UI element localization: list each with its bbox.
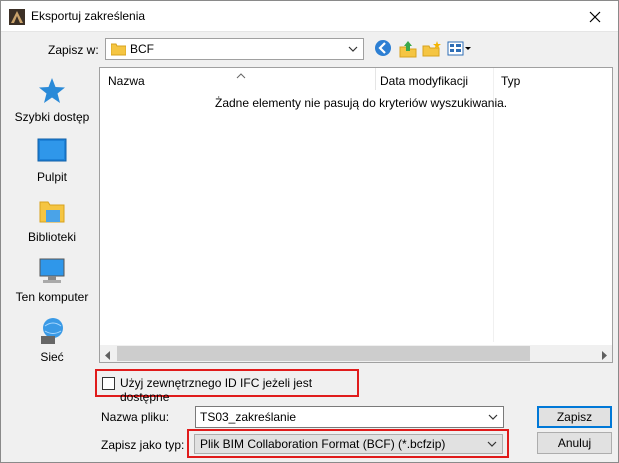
cancel-button[interactable]: Anuluj bbox=[537, 432, 612, 454]
location-dropdown[interactable]: BCF bbox=[105, 38, 364, 60]
ifc-id-checkbox-label[interactable]: Użyj zewnętrznego ID IFC jeżeli jest dos… bbox=[120, 376, 357, 404]
scrollbar-thumb[interactable] bbox=[117, 346, 530, 361]
sort-ascending-icon bbox=[236, 68, 246, 82]
place-label: Szybki dostęp bbox=[14, 110, 90, 124]
scroll-left-icon[interactable] bbox=[105, 349, 111, 363]
file-type-dropdown[interactable]: Plik BIM Collaboration Format (BCF) (*.b… bbox=[194, 434, 503, 454]
column-divider bbox=[375, 68, 376, 90]
app-icon bbox=[9, 9, 25, 25]
place-quick-access[interactable]: Szybki dostęp bbox=[9, 76, 95, 124]
column-header-name[interactable]: Nazwa bbox=[108, 74, 145, 88]
column-header-type[interactable]: Typ bbox=[501, 74, 520, 88]
new-folder-button[interactable] bbox=[422, 39, 442, 59]
file-name-value: TS03_zakreślanie bbox=[200, 410, 297, 424]
file-type-label: Zapisz jako typ: bbox=[101, 438, 185, 452]
up-folder-button[interactable] bbox=[398, 39, 418, 59]
scroll-right-icon[interactable] bbox=[601, 349, 607, 363]
location-value: BCF bbox=[130, 42, 154, 56]
place-this-pc[interactable]: Ten komputer bbox=[9, 256, 95, 304]
empty-message: Żadne elementy nie pasują do kryteriów w… bbox=[215, 96, 508, 110]
place-desktop[interactable]: Pulpit bbox=[9, 136, 95, 184]
file-type-highlight: Plik BIM Collaboration Format (BCF) (*.b… bbox=[187, 429, 509, 458]
this-pc-icon bbox=[39, 258, 65, 283]
window-title: Eksportuj zakreślenia bbox=[31, 9, 146, 23]
close-icon bbox=[589, 11, 601, 22]
file-list[interactable]: Nazwa Data modyfikacji Typ Żadne element… bbox=[99, 67, 613, 363]
libraries-icon bbox=[39, 201, 65, 223]
save-button[interactable]: Zapisz bbox=[537, 406, 612, 428]
place-label: Ten komputer bbox=[15, 290, 89, 304]
file-name-label: Nazwa pliku: bbox=[101, 410, 170, 424]
chevron-down-icon[interactable] bbox=[488, 411, 498, 425]
horizontal-scrollbar[interactable] bbox=[100, 345, 612, 362]
place-label: Sieć bbox=[40, 350, 64, 364]
back-button[interactable] bbox=[374, 39, 394, 59]
view-menu-button[interactable] bbox=[447, 39, 473, 59]
save-in-label: Zapisz w: bbox=[48, 43, 99, 57]
file-name-input[interactable]: TS03_zakreślanie bbox=[195, 406, 504, 428]
folder-icon bbox=[110, 42, 127, 59]
column-header-modified[interactable]: Data modyfikacji bbox=[380, 74, 468, 88]
new-folder-icon bbox=[422, 41, 441, 57]
network-icon bbox=[41, 318, 63, 344]
place-network[interactable]: Sieć bbox=[9, 316, 95, 364]
file-type-value: Plik BIM Collaboration Format (BCF) (*.b… bbox=[200, 437, 446, 451]
back-icon bbox=[375, 40, 391, 56]
up-folder-icon bbox=[399, 41, 417, 58]
ifc-option-highlight: Użyj zewnętrznego ID IFC jeżeli jest dos… bbox=[95, 369, 359, 404]
chevron-down-icon bbox=[348, 43, 358, 57]
place-label: Biblioteki bbox=[27, 230, 77, 244]
place-libraries[interactable]: Biblioteki bbox=[9, 196, 95, 244]
ifc-id-checkbox[interactable] bbox=[102, 377, 115, 390]
chevron-down-icon bbox=[487, 438, 497, 452]
desktop-icon bbox=[37, 138, 67, 162]
close-button[interactable] bbox=[572, 1, 618, 32]
view-menu-icon bbox=[447, 41, 471, 56]
quick-access-icon bbox=[39, 78, 65, 103]
title-bar: Eksportuj zakreślenia bbox=[1, 1, 618, 32]
places-bar: Szybki dostęp Pulpit Biblioteki Ten komp… bbox=[9, 68, 95, 364]
place-label: Pulpit bbox=[36, 170, 68, 184]
export-dialog: Eksportuj zakreślenia Zapisz w: BCF Szyb… bbox=[0, 0, 619, 463]
